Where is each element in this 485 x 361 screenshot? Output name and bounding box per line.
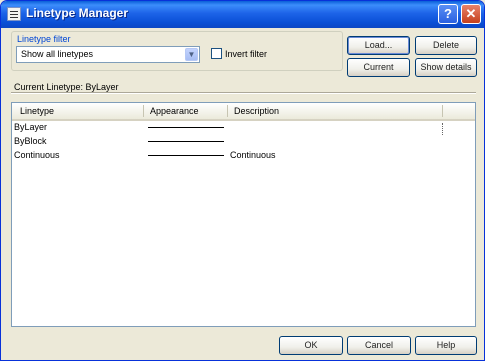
linetype-name: ByBlock (14, 136, 47, 146)
linetype-manager-window: Linetype Manager ? ✕ Linetype filter Sho… (0, 0, 485, 361)
current-button[interactable]: Current (347, 58, 410, 77)
linetype-list[interactable]: Linetype Appearance Description ByLayer … (11, 102, 476, 327)
column-header-description[interactable]: Description (234, 106, 279, 116)
linetype-filter-select[interactable]: Show all linetypes ▼ (16, 46, 200, 63)
column-divider[interactable] (227, 105, 228, 117)
chevron-down-icon[interactable]: ▼ (185, 48, 198, 61)
linetype-filter-label: Linetype filter (17, 34, 71, 44)
invert-filter-checkbox[interactable] (211, 48, 222, 59)
delete-button[interactable]: Delete (415, 36, 477, 55)
cancel-button[interactable]: Cancel (347, 336, 411, 355)
show-details-button[interactable]: Show details (415, 58, 477, 77)
table-row[interactable]: ByLayer (14, 121, 444, 134)
help-button[interactable]: Help (415, 336, 477, 355)
list-header: Linetype Appearance Description (12, 103, 475, 121)
column-divider[interactable] (143, 105, 144, 117)
linetype-description: Continuous (230, 150, 276, 160)
linetype-name: ByLayer (14, 122, 48, 132)
app-icon (7, 7, 21, 21)
focus-indicator (442, 123, 444, 135)
table-row[interactable]: ByBlock (14, 135, 444, 148)
column-header-appearance[interactable]: Appearance (150, 106, 199, 116)
column-divider[interactable] (442, 105, 443, 117)
column-header-linetype[interactable]: Linetype (20, 106, 54, 116)
ok-button[interactable]: OK (279, 336, 343, 355)
title-bar[interactable]: Linetype Manager ? ✕ (1, 1, 484, 28)
table-row[interactable]: Continuous Continuous (14, 149, 444, 162)
close-button[interactable]: ✕ (461, 4, 481, 24)
linetype-name: Continuous (14, 150, 60, 160)
current-linetype-text: Current Linetype: ByLayer (14, 82, 119, 92)
linetype-appearance (148, 155, 224, 156)
linetype-appearance (148, 127, 224, 128)
divider (11, 92, 476, 94)
invert-filter-label[interactable]: Invert filter (225, 49, 267, 59)
linetype-appearance (148, 141, 224, 142)
linetype-filter-value: Show all linetypes (21, 49, 94, 59)
help-title-button[interactable]: ? (438, 4, 458, 24)
load-button[interactable]: Load... (347, 36, 410, 55)
window-title: Linetype Manager (26, 6, 129, 20)
